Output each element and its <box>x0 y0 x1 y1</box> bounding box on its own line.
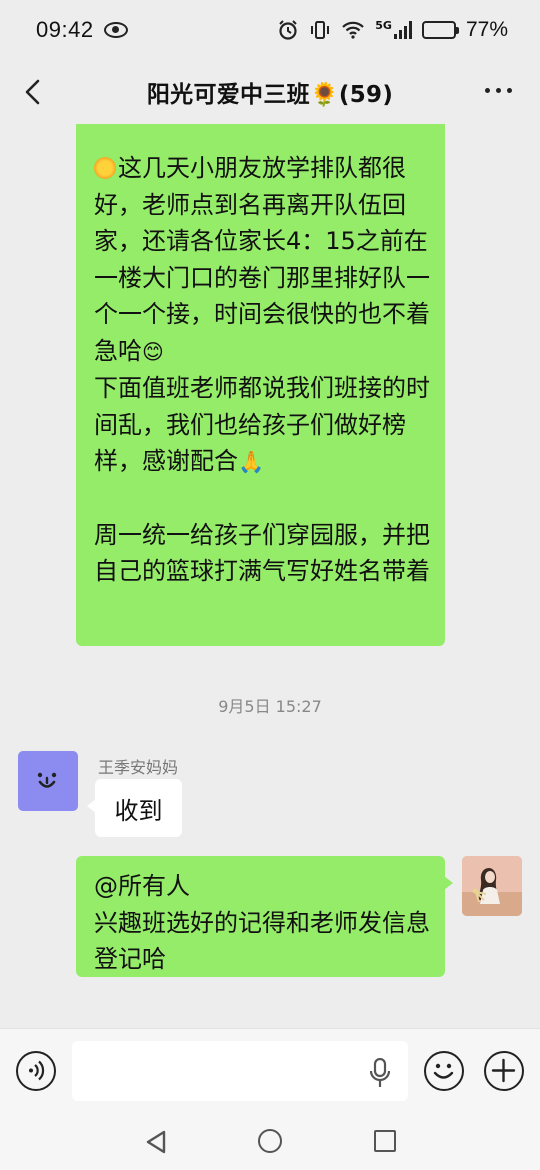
partial-timestamp: · · · · · · · <box>0 1020 540 1028</box>
voice-icon <box>29 1060 45 1081</box>
status-bar: 09:42 5G 77% <box>0 0 540 60</box>
vibrate-icon <box>311 21 330 39</box>
plus-button[interactable] <box>484 1051 524 1091</box>
battery-percent: 77% <box>465 18 508 41</box>
message-input[interactable] <box>72 1041 408 1101</box>
chevron-left-icon[interactable] <box>22 78 46 106</box>
smiley-icon <box>433 1063 454 1079</box>
network-5g-label: 5G <box>375 18 392 32</box>
pray-emoji: 🙏 <box>238 450 265 474</box>
message-bubble-self[interactable]: @所有人 兴趣班选好的记得和老师发信息登记哈 <box>76 856 453 977</box>
plus-icon <box>491 1058 516 1083</box>
message-paragraph: 这几天小朋友放学排队都很好，老师点到名再离开队伍回家，还请各位家长4：15之前在… <box>94 150 431 370</box>
signal-icon <box>393 21 412 39</box>
triangle-back-icon[interactable] <box>145 1130 167 1154</box>
more-dots-icon[interactable] <box>485 88 512 93</box>
mention-line: @所有人 <box>94 872 190 900</box>
avatar[interactable] <box>462 856 522 916</box>
microphone-icon[interactable] <box>370 1058 390 1088</box>
chat-title: 阳光可爱中三班🌻(59) <box>146 82 394 108</box>
sender-name: 王季安妈妈 <box>98 758 179 777</box>
message-text: 兴趣班选好的记得和老师发信息登记哈 <box>94 908 430 974</box>
emoji-button[interactable] <box>424 1051 464 1091</box>
portrait-avatar-icon <box>462 856 522 916</box>
smiley-face-icon <box>37 772 57 788</box>
system-nav-bar <box>0 1112 540 1170</box>
circle-home-icon[interactable] <box>258 1129 282 1153</box>
message-bubble-other[interactable]: 收到 <box>87 779 182 837</box>
message-timestamp: 9月5日 15:27 <box>218 697 322 716</box>
input-bar <box>0 1028 540 1112</box>
message-list[interactable]: 这几天小朋友放学排队都很好，老师点到名再离开队伍回家，还请各位家长4：15之前在… <box>0 124 540 1028</box>
chat-header: 阳光可爱中三班🌻(59) <box>0 60 540 124</box>
voice-button[interactable] <box>16 1051 56 1091</box>
square-recents-icon[interactable] <box>374 1130 396 1152</box>
eye-icon <box>103 22 128 38</box>
smile-emoji: 😊 <box>142 339 164 364</box>
sun-emoji-icon <box>94 157 116 179</box>
message-paragraph: 周一统一给孩子们穿园服，并把自己的篮球打满气写好姓名带着 <box>94 520 430 586</box>
status-icons: 5G 77% <box>277 18 508 42</box>
message-paragraph: 下面值班老师都说我们班接的时间乱，我们也给孩子们做好榜样，感谢配合🙏 <box>94 370 431 481</box>
avatar[interactable] <box>18 751 78 811</box>
alarm-icon <box>279 20 297 40</box>
message-bubble-self[interactable]: 这几天小朋友放学排队都很好，老师点到名再离开队伍回家，还请各位家长4：15之前在… <box>76 124 445 646</box>
wifi-icon <box>342 21 365 39</box>
status-time: 09:42 <box>36 17 94 42</box>
battery-icon <box>421 21 459 39</box>
